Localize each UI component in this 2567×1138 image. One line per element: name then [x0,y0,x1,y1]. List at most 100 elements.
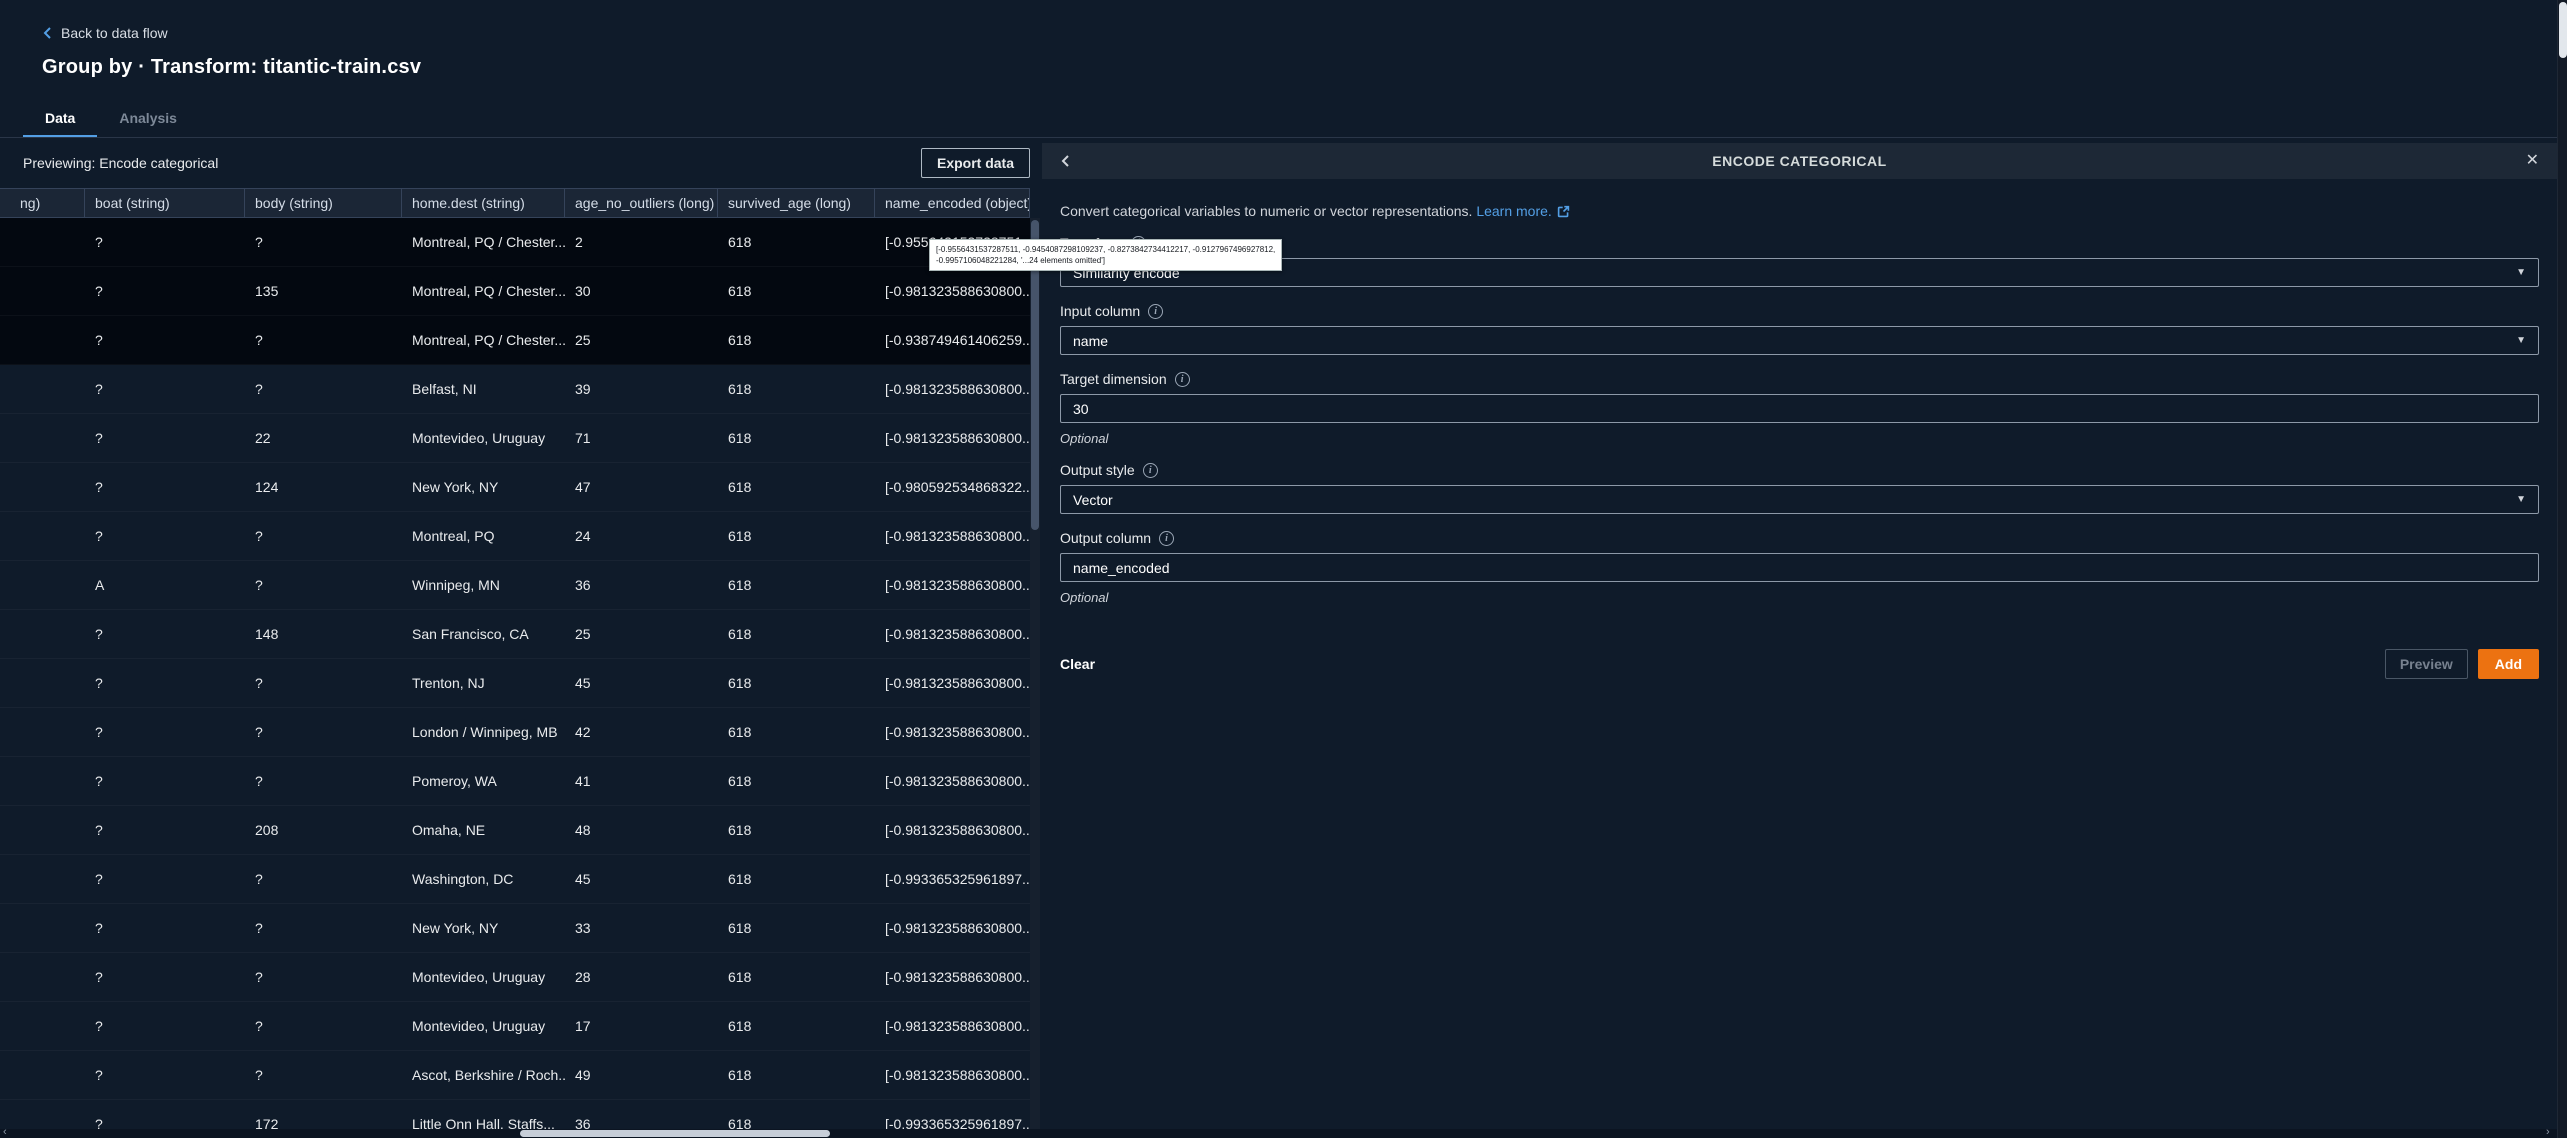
info-icon[interactable]: i [1159,531,1174,546]
table-row[interactable]: ?22Montevideo, Uruguay71618[-0.981323588… [0,414,1030,463]
tab-analysis[interactable]: Analysis [97,102,199,138]
export-data-button[interactable]: Export data [921,148,1030,178]
table-cell [0,1100,85,1129]
table-row[interactable]: ??Belfast, NI39618[-0.981323588630800... [0,365,1030,414]
panel-close-button[interactable]: ✕ [2524,151,2541,171]
column-header[interactable]: ng) [0,189,85,217]
output-style-select[interactable]: Vector ▼ [1060,485,2539,514]
page-vertical-scrollbar-thumb[interactable] [2559,2,2567,58]
preview-button[interactable]: Preview [2385,649,2468,679]
scroll-left-icon[interactable]: ‹ [3,1126,7,1138]
table-cell: Little Onn Hall, Staffs... [402,1100,565,1129]
table-cell: 618 [718,757,875,805]
info-icon[interactable]: i [1148,304,1163,319]
table-cell: 42 [565,708,718,756]
panel-back-button[interactable] [1058,152,1073,170]
column-header[interactable]: age_no_outliers (long) [565,189,718,217]
table-cell [0,463,85,511]
table-cell: 618 [718,953,875,1001]
table-row[interactable]: ?208Omaha, NE48618[-0.981323588630800... [0,806,1030,855]
table-cell: 618 [718,365,875,413]
tab-data[interactable]: Data [23,102,97,138]
panel-title: ENCODE CATEGORICAL [1042,153,2557,169]
column-header[interactable]: name_encoded (object) [875,189,1030,217]
input-column-select[interactable]: name ▼ [1060,326,2539,355]
tabs-divider [0,137,2557,138]
table-cell: 618 [718,708,875,756]
table-cell: 618 [718,1100,875,1129]
previewing-label: Previewing: Encode categorical [23,155,218,171]
column-header[interactable]: body (string) [245,189,402,217]
table-cell: London / Winnipeg, MB [402,708,565,756]
table-cell: [-0.981323588630800... [875,1002,1030,1050]
table-cell: 618 [718,316,875,364]
table-row[interactable]: ?135Montreal, PQ / Chester...30618[-0.98… [0,267,1030,316]
table-row[interactable]: ??Ascot, Berkshire / Roch...49618[-0.981… [0,1051,1030,1100]
table-row[interactable]: ??London / Winnipeg, MB42618[-0.98132358… [0,708,1030,757]
table-row[interactable]: ??Montreal, PQ24618[-0.981323588630800..… [0,512,1030,561]
table-body: ??Montreal, PQ / Chester...2618[-0.95564… [0,218,1030,1129]
output-column-optional-hint: Optional [1060,590,2539,605]
table-cell: 618 [718,610,875,658]
table-cell [0,414,85,462]
table-row[interactable]: ??Montreal, PQ / Chester...25618[-0.9387… [0,316,1030,365]
table-vertical-scrollbar[interactable] [1030,218,1040,1129]
table-row[interactable]: ?172Little Onn Hall, Staffs...36618[-0.9… [0,1100,1030,1129]
table-cell: 36 [565,1100,718,1129]
table-row[interactable]: ??Montevideo, Uruguay17618[-0.9813235886… [0,1002,1030,1051]
table-cell [0,267,85,315]
table-row[interactable]: ??Trenton, NJ45618[-0.981323588630800... [0,659,1030,708]
table-cell: ? [85,757,245,805]
table-row[interactable]: A?Winnipeg, MN36618[-0.981323588630800..… [0,561,1030,610]
table-row[interactable]: ?124New York, NY47618[-0.980592534868322… [0,463,1030,512]
table-cell: 36 [565,561,718,609]
output-style-value: Vector [1073,492,1113,508]
table-row[interactable]: ??Montreal, PQ / Chester...2618[-0.95564… [0,218,1030,267]
table-row[interactable]: ?148San Francisco, CA25618[-0.9813235886… [0,610,1030,659]
table-cell [0,218,85,266]
table-horizontal-scrollbar-thumb[interactable] [520,1130,830,1137]
table-cell: ? [85,806,245,854]
target-dimension-input[interactable] [1060,394,2539,423]
learn-more-link[interactable]: Learn more. [1476,203,1551,219]
column-header[interactable]: survived_age (long) [718,189,875,217]
table-cell: ? [245,218,402,266]
clear-button[interactable]: Clear [1060,656,1095,672]
table-cell: ? [245,855,402,903]
output-style-label: Output style [1060,462,1135,478]
table-cell: 618 [718,512,875,560]
table-row[interactable]: ??New York, NY33618[-0.981323588630800..… [0,904,1030,953]
back-link[interactable]: Back to data flow [42,25,168,41]
table-cell: [-0.981323588630800... [875,561,1030,609]
page-vertical-scrollbar[interactable] [2557,0,2567,1138]
column-header[interactable]: boat (string) [85,189,245,217]
table-row[interactable]: ??Washington, DC45618[-0.993365325961897… [0,855,1030,904]
table-cell [0,1051,85,1099]
table-row[interactable]: ??Pomeroy, WA41618[-0.981323588630800... [0,757,1030,806]
table-horizontal-scrollbar[interactable] [0,1129,2557,1138]
panel-description-text: Convert categorical variables to numeric… [1060,203,1472,219]
column-header[interactable]: home.dest (string) [402,189,565,217]
back-link-label: Back to data flow [61,25,168,41]
table-cell: ? [85,904,245,952]
add-button[interactable]: Add [2478,649,2539,679]
info-icon[interactable]: i [1175,372,1190,387]
table-cell [0,953,85,1001]
info-icon[interactable]: i [1143,463,1158,478]
close-icon: ✕ [2526,153,2539,169]
table-cell [0,708,85,756]
target-dimension-label: Target dimension [1060,371,1167,387]
table-cell: ? [85,855,245,903]
table-cell: [-0.981323588630800... [875,659,1030,707]
table-cell: 17 [565,1002,718,1050]
table-cell [0,610,85,658]
output-column-input[interactable] [1060,553,2539,582]
table-cell: Pomeroy, WA [402,757,565,805]
table-row[interactable]: ??Montevideo, Uruguay28618[-0.9813235886… [0,953,1030,1002]
table-cell [0,806,85,854]
table-cell: ? [85,365,245,413]
target-dimension-optional-hint: Optional [1060,431,2539,446]
scroll-right-icon[interactable]: › [2546,1126,2550,1138]
table-cell: 39 [565,365,718,413]
table-cell: A [85,561,245,609]
